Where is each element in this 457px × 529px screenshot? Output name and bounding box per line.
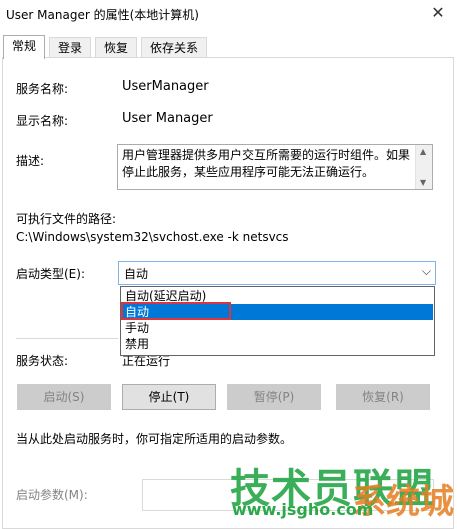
service-name-label: 服务名称:	[16, 82, 69, 96]
start-params-hint: 当从此处启动服务时，你可指定所适用的启动参数。	[16, 432, 293, 446]
scroll-up-icon[interactable]: ▲	[420, 147, 426, 156]
tab-logon[interactable]: 登录	[49, 37, 92, 58]
tab-dependencies[interactable]: 依存关系	[141, 37, 208, 58]
path-value: C:\Windows\system32\svchost.exe -k netsv…	[16, 230, 289, 244]
title-bar: User Manager 的属性(本地计算机) ✕	[0, 0, 457, 30]
option-disabled[interactable]: 禁用	[122, 336, 433, 352]
option-manual[interactable]: 手动	[122, 320, 433, 336]
tab-recovery[interactable]: 恢复	[95, 37, 138, 58]
startup-type-dropdown: 自动(延迟启动) 自动 手动 禁用	[120, 286, 435, 356]
start-button[interactable]: 启动(S)	[17, 384, 111, 410]
startup-type-select[interactable]: 自动 ⌵	[118, 261, 436, 285]
stop-button[interactable]: 停止(T)	[122, 384, 216, 410]
window-title: User Manager 的属性(本地计算机)	[6, 8, 199, 22]
separator	[16, 338, 118, 339]
description-scrollbar[interactable]: ▲ ▼	[415, 145, 432, 189]
display-name-value: User Manager	[122, 111, 213, 126]
resume-button[interactable]: 恢复(R)	[336, 384, 430, 410]
path-label: 可执行文件的路径:	[16, 212, 117, 226]
display-name-label: 显示名称:	[16, 114, 69, 128]
description-text: 用户管理器提供多用户交互所需要的运行时组件。如果停止此服务，某些应用程序可能无法…	[122, 148, 411, 179]
tab-general[interactable]: 常规	[3, 35, 46, 59]
startup-type-value: 自动	[124, 267, 149, 281]
service-status-label: 服务状态:	[16, 354, 69, 368]
start-params-label: 启动参数(M):	[16, 488, 88, 502]
highlight-annotation	[121, 302, 231, 320]
scroll-down-icon[interactable]: ▼	[420, 178, 426, 187]
description-box[interactable]: 用户管理器提供多用户交互所需要的运行时组件。如果停止此服务，某些应用程序可能无法…	[117, 144, 433, 190]
chevron-down-icon: ⌵	[421, 264, 431, 278]
close-icon[interactable]: ✕	[426, 3, 450, 23]
pause-button[interactable]: 暂停(P)	[227, 384, 321, 410]
startup-type-label: 启动类型(E):	[16, 267, 85, 281]
service-name-value: UserManager	[122, 79, 209, 94]
description-label: 描述:	[16, 154, 45, 168]
watermark-url: www.jsgho.com	[232, 500, 374, 519]
